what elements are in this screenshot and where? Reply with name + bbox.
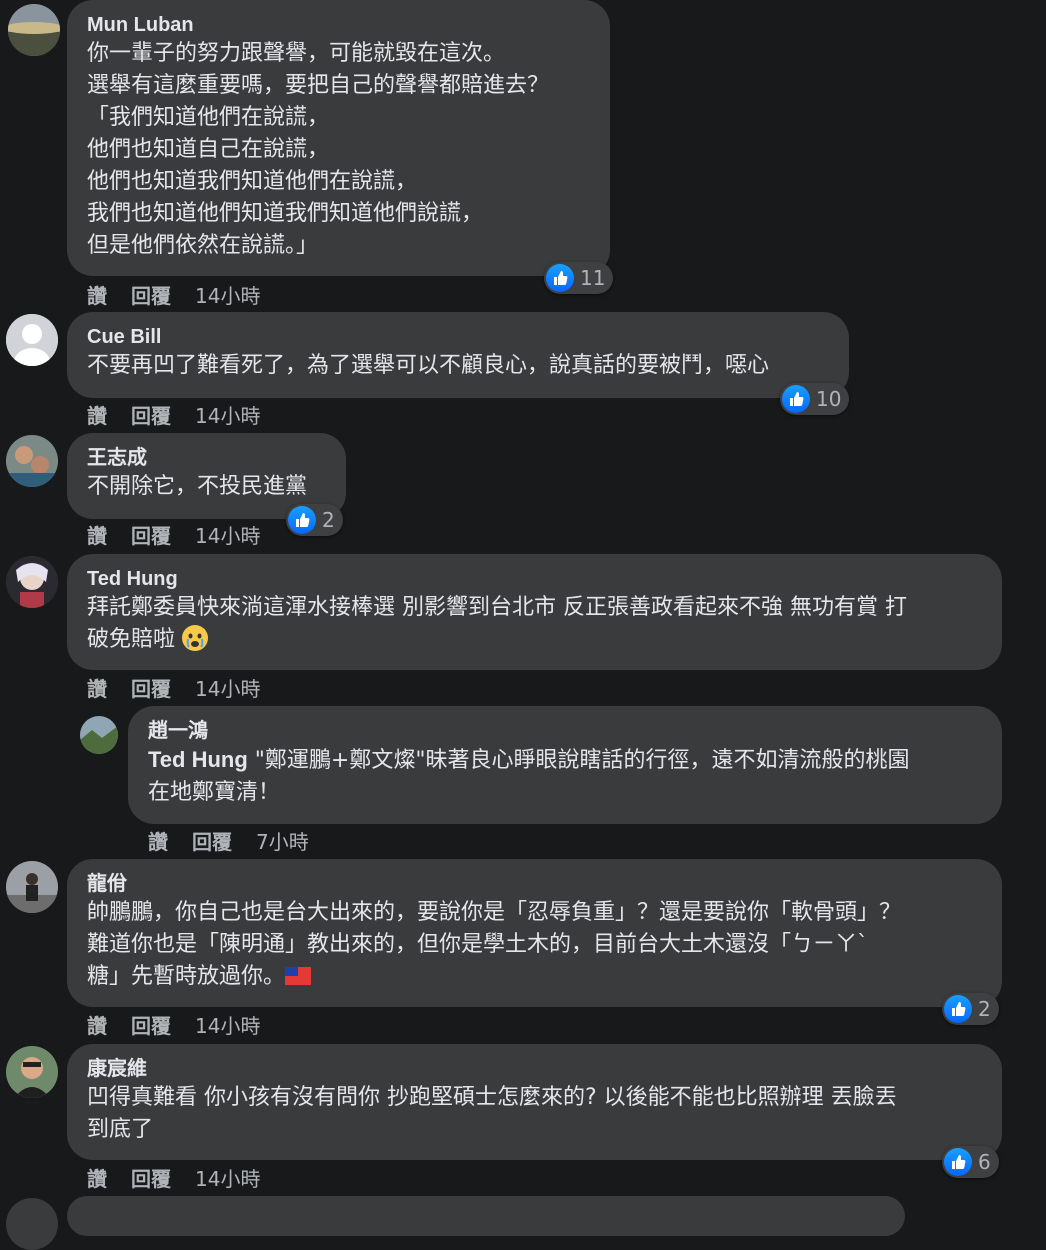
reply-link[interactable]: 回覆 (131, 520, 171, 549)
like-link[interactable]: 讚 (87, 400, 107, 429)
comment-bubble (67, 1196, 905, 1236)
timestamp[interactable]: 14小時 (195, 520, 260, 549)
comment-text: Ted Hung "鄭運鵬+鄭文燦"昧著良心睜眼說瞎話的行徑，遠不如清流般的桃園… (148, 747, 910, 805)
reply-link[interactable]: 回覆 (131, 1163, 171, 1192)
comment-actions: 讚 回覆 14小時 (87, 400, 260, 429)
comment-bubble: 康宸維 凹得真難看 你小孩有沒有問你 抄跑堅碩士怎麼來的? 以後能不能也比照辦理… (67, 1044, 1002, 1160)
thumbs-up-icon (944, 995, 972, 1023)
comment-actions: 讚 回覆 14小時 (87, 280, 260, 309)
comment-actions: 讚 回覆 14小時 (87, 520, 260, 549)
timestamp[interactable]: 14小時 (195, 673, 260, 702)
thumbs-up-icon (546, 264, 574, 292)
comment-actions: 讚 回覆 14小時 (87, 1163, 260, 1192)
reaction-count[interactable]: 10 (780, 383, 850, 415)
like-link[interactable]: 讚 (87, 520, 107, 549)
comment-author[interactable]: 康宸維 (87, 1056, 982, 1082)
like-link[interactable]: 讚 (87, 673, 107, 702)
comment-actions: 讚 回覆 7小時 (148, 826, 309, 855)
thumbs-up-icon (288, 506, 316, 534)
reaction-count[interactable]: 6 (942, 1146, 999, 1178)
reaction-count[interactable]: 2 (286, 504, 343, 536)
reply-link[interactable]: 回覆 (131, 673, 171, 702)
avatar[interactable] (6, 314, 58, 366)
timestamp[interactable]: 14小時 (195, 280, 260, 309)
reply-link[interactable]: 回覆 (131, 280, 171, 309)
comment-text: 不開除它，不投民進黨 (87, 474, 308, 499)
reply-link[interactable]: 回覆 (192, 826, 232, 855)
avatar[interactable] (80, 716, 118, 754)
comment-bubble: 龍佾 帥鵬鵬，你自己也是台大出來的，要說你是「忍辱負重」？還是要說你「軟骨頭」？… (67, 859, 1002, 1007)
comment-author[interactable]: Cue Bill (87, 324, 829, 350)
crying-face-icon (182, 625, 209, 651)
comment-text: 不要再凹了難看死了，為了選舉可以不顧良心，說真話的要被鬥，噁心 (87, 353, 770, 378)
comment-author[interactable]: 王志成 (87, 445, 326, 471)
comment-text: 拜託鄭委員快來淌這渾水接棒選 別影響到台北市 反正張善政看起來不強 無功有賞 打… (87, 595, 907, 652)
timestamp[interactable]: 7小時 (256, 826, 309, 855)
comment-text: 你一輩子的努力跟聲譽，可能就毀在這次。 選舉有這麼重要嗎，要把自己的聲譽都賠進去？… (87, 41, 550, 258)
comment-text: 凹得真難看 你小孩有沒有問你 抄跑堅碩士怎麼來的? 以後能不能也比照辦理 丟臉丟… (87, 1085, 897, 1142)
thumbs-up-icon (944, 1148, 972, 1176)
avatar[interactable] (6, 861, 58, 913)
reply-bubble: 趙一鴻 Ted Hung "鄭運鵬+鄭文燦"昧著良心睜眼說瞎話的行徑，遠不如清流… (128, 706, 1002, 824)
avatar[interactable] (6, 556, 58, 608)
thumbs-up-icon (782, 385, 810, 413)
reply-link[interactable]: 回覆 (131, 400, 171, 429)
comment-author[interactable]: 趙一鴻 (148, 718, 982, 744)
comment-author[interactable]: 龍佾 (87, 871, 982, 897)
like-link[interactable]: 讚 (87, 1163, 107, 1192)
comment-text: 帥鵬鵬，你自己也是台大出來的，要說你是「忍辱負重」？還是要說你「軟骨頭」？ 難道你… (87, 900, 902, 989)
comment-bubble: Mun Luban 你一輩子的努力跟聲譽，可能就毀在這次。 選舉有這麼重要嗎，要把… (67, 0, 610, 276)
like-link[interactable]: 讚 (87, 1010, 107, 1039)
comment-bubble: Ted Hung 拜託鄭委員快來淌這渾水接棒選 別影響到台北市 反正張善政看起來… (67, 554, 1002, 670)
avatar[interactable] (6, 1046, 58, 1098)
reply-link[interactable]: 回覆 (131, 1010, 171, 1039)
comment-actions: 讚 回覆 14小時 (87, 673, 260, 702)
mention-link[interactable]: Ted Hung (148, 747, 248, 772)
comment-author[interactable]: Mun Luban (87, 12, 590, 38)
reaction-count[interactable]: 11 (544, 262, 614, 294)
timestamp[interactable]: 14小時 (195, 1163, 260, 1192)
reaction-count[interactable]: 2 (942, 993, 999, 1025)
avatar[interactable] (6, 435, 58, 487)
comment-actions: 讚 回覆 14小時 (87, 1010, 260, 1039)
comment-bubble: Cue Bill 不要再凹了難看死了，為了選舉可以不顧良心，說真話的要被鬥，噁心 (67, 312, 849, 398)
timestamp[interactable]: 14小時 (195, 1010, 260, 1039)
like-link[interactable]: 讚 (87, 280, 107, 309)
avatar[interactable] (8, 4, 60, 56)
taiwan-flag-icon (285, 967, 312, 985)
comment-author[interactable]: Ted Hung (87, 566, 982, 592)
timestamp[interactable]: 14小時 (195, 400, 260, 429)
like-link[interactable]: 讚 (148, 826, 168, 855)
